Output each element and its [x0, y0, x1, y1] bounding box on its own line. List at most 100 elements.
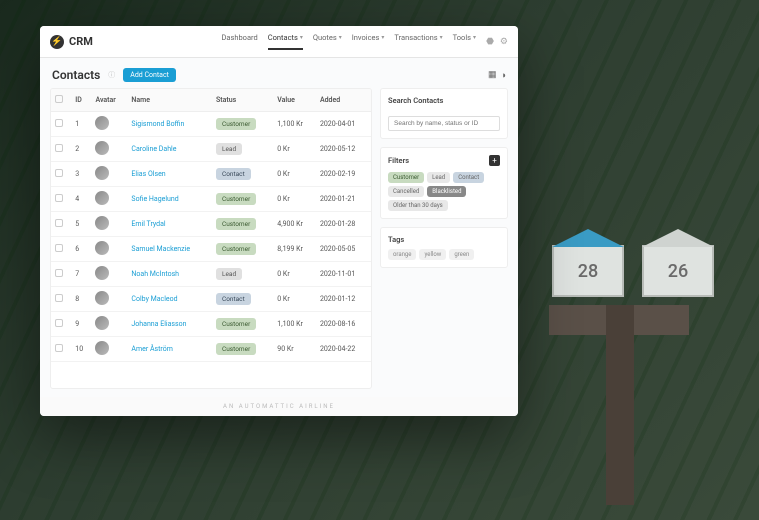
- nav-invoices[interactable]: Invoices▾: [352, 33, 385, 50]
- contact-name-link[interactable]: Elias Olsen: [131, 170, 165, 178]
- mailbox-post-vertical: [606, 305, 634, 505]
- row-checkbox[interactable]: [55, 119, 63, 127]
- contact-name-link[interactable]: Noah McIntosh: [131, 270, 179, 278]
- row-checkbox[interactable]: [55, 144, 63, 152]
- status-badge: Customer: [216, 343, 256, 355]
- mailbox-28: 28: [552, 245, 624, 297]
- search-input[interactable]: [388, 116, 500, 131]
- nav-quotes[interactable]: Quotes▾: [313, 33, 342, 50]
- cell-id: 3: [71, 162, 91, 187]
- add-filter-button[interactable]: +: [489, 155, 500, 166]
- chevron-down-icon: ▾: [300, 34, 303, 41]
- mailbox-26: 26: [642, 245, 714, 297]
- table-row[interactable]: 1Sigismond BoffinCustomer1,100 Kr2020-04…: [51, 112, 371, 137]
- contact-name-link[interactable]: Colby Macleod: [131, 295, 177, 303]
- cell-added: 2020-01-28: [316, 212, 371, 237]
- row-checkbox[interactable]: [55, 169, 63, 177]
- cell-value: 0 Kr: [273, 287, 316, 312]
- col-status[interactable]: Status: [212, 89, 273, 112]
- filter-blacklisted[interactable]: Blacklisted: [427, 186, 466, 197]
- cell-added: 2020-08-16: [316, 312, 371, 337]
- cell-id: 5: [71, 212, 91, 237]
- cell-value: 4,900 Kr: [273, 212, 316, 237]
- cell-added: 2020-01-21: [316, 187, 371, 212]
- page-header-actions: ▦ ◑: [488, 70, 506, 81]
- filter-lead[interactable]: Lead: [427, 172, 450, 183]
- plugin-icon[interactable]: ⬣: [486, 37, 494, 47]
- table-row[interactable]: 10Amer ÅströmCustomer90 Kr2020-04-22: [51, 337, 371, 362]
- row-checkbox[interactable]: [55, 344, 63, 352]
- avatar: [95, 241, 109, 255]
- gear-icon[interactable]: ⚙: [500, 37, 508, 47]
- table-row[interactable]: 6Samuel MackenzieCustomer8,199 Kr2020-05…: [51, 237, 371, 262]
- avatar: [95, 191, 109, 205]
- avatar: [95, 216, 109, 230]
- table-row[interactable]: 7Noah McIntoshLead0 Kr2020-11-01: [51, 262, 371, 287]
- contact-name-link[interactable]: Amer Åström: [131, 345, 172, 353]
- app-window: ⚡ CRM Dashboard Contacts▾ Quotes▾ Invoic…: [40, 26, 518, 416]
- contact-name-link[interactable]: Sigismond Boffin: [131, 120, 184, 128]
- contacts-table-wrap: ID Avatar Name Status Value Added 1 Sigis…: [50, 88, 372, 389]
- filter-contact[interactable]: Contact: [453, 172, 484, 183]
- col-check: [51, 89, 71, 112]
- nav-dashboard[interactable]: Dashboard: [221, 33, 257, 50]
- table-row[interactable]: 5 Emil Trydal Customer 4,900 Kr2020-01-28: [51, 212, 371, 237]
- cell-added: 2020-02-19: [316, 162, 371, 187]
- tag-green[interactable]: green: [449, 249, 474, 260]
- nav-transactions[interactable]: Transactions▾: [394, 33, 442, 50]
- sidebar: Search Contacts Filters + Customer Lead …: [380, 88, 508, 389]
- main-nav: Dashboard Contacts▾ Quotes▾ Invoices▾ Tr…: [221, 33, 476, 50]
- tag-yellow[interactable]: yellow: [419, 249, 446, 260]
- cell-id: 8: [71, 287, 91, 312]
- row-checkbox[interactable]: [55, 194, 63, 202]
- filter-customer[interactable]: Customer: [388, 172, 424, 183]
- brand-logo[interactable]: ⚡ CRM: [50, 35, 93, 49]
- table-row[interactable]: 4Sofie HagelundCustomer0 Kr2020-01-21: [51, 187, 371, 212]
- table-row[interactable]: 2Caroline DahleLead0 Kr2020-05-12: [51, 137, 371, 162]
- tag-orange[interactable]: orange: [388, 249, 416, 260]
- col-avatar: Avatar: [91, 89, 127, 112]
- row-checkbox[interactable]: [55, 319, 63, 327]
- chevron-down-icon: ▾: [339, 34, 342, 41]
- filter-cancelled[interactable]: Cancelled: [388, 186, 424, 197]
- footer-text: AN AUTOMATTIC AIRLINE: [40, 397, 518, 416]
- contact-name-link[interactable]: Emil Trydal: [131, 220, 165, 228]
- status-badge: Customer: [216, 218, 256, 230]
- table-row[interactable]: 9Johanna EliassonCustomer1,100 Kr2020-08…: [51, 312, 371, 337]
- cell-id: 7: [71, 262, 91, 287]
- cell-added: 2020-04-01: [316, 112, 371, 137]
- select-all-checkbox[interactable]: [55, 95, 63, 103]
- more-icon[interactable]: ◑: [501, 70, 506, 81]
- cell-id: 9: [71, 312, 91, 337]
- nav-contacts[interactable]: Contacts▾: [268, 33, 303, 50]
- cell-value: 0 Kr: [273, 187, 316, 212]
- table-row[interactable]: 3Elias OlsenContact0 Kr2020-02-19: [51, 162, 371, 187]
- table-row[interactable]: 8Colby MacleodContact0 Kr2020-01-12: [51, 287, 371, 312]
- filter-pills: Customer Lead Contact Cancelled Blacklis…: [388, 172, 500, 211]
- col-name[interactable]: Name: [127, 89, 212, 112]
- col-id[interactable]: ID: [71, 89, 91, 112]
- brand-text: CRM: [69, 35, 93, 48]
- row-checkbox[interactable]: [55, 219, 63, 227]
- contact-name-link[interactable]: Samuel Mackenzie: [131, 245, 190, 253]
- contact-name-link[interactable]: Sofie Hagelund: [131, 195, 178, 203]
- nav-tools[interactable]: Tools▾: [453, 33, 476, 50]
- row-checkbox[interactable]: [55, 269, 63, 277]
- col-value[interactable]: Value: [273, 89, 316, 112]
- row-checkbox[interactable]: [55, 294, 63, 302]
- filter-older[interactable]: Older than 30 days: [388, 200, 448, 211]
- avatar: [95, 316, 109, 330]
- cell-id: 1: [71, 112, 91, 137]
- layout-toggle-icon[interactable]: ▦: [488, 70, 497, 80]
- chevron-down-icon: ▾: [381, 34, 384, 41]
- add-contact-button[interactable]: Add Contact: [123, 68, 176, 82]
- mailboxes: 28 26: [552, 245, 714, 297]
- contact-name-link[interactable]: Johanna Eliasson: [131, 320, 186, 328]
- contact-name-link[interactable]: Caroline Dahle: [131, 145, 176, 153]
- row-checkbox[interactable]: [55, 244, 63, 252]
- contacts-table: ID Avatar Name Status Value Added 1 Sigis…: [51, 89, 371, 362]
- col-added[interactable]: Added: [316, 89, 371, 112]
- nav-transactions-label: Transactions: [394, 33, 437, 42]
- nav-tools-label: Tools: [453, 33, 471, 42]
- status-badge: Customer: [216, 193, 256, 205]
